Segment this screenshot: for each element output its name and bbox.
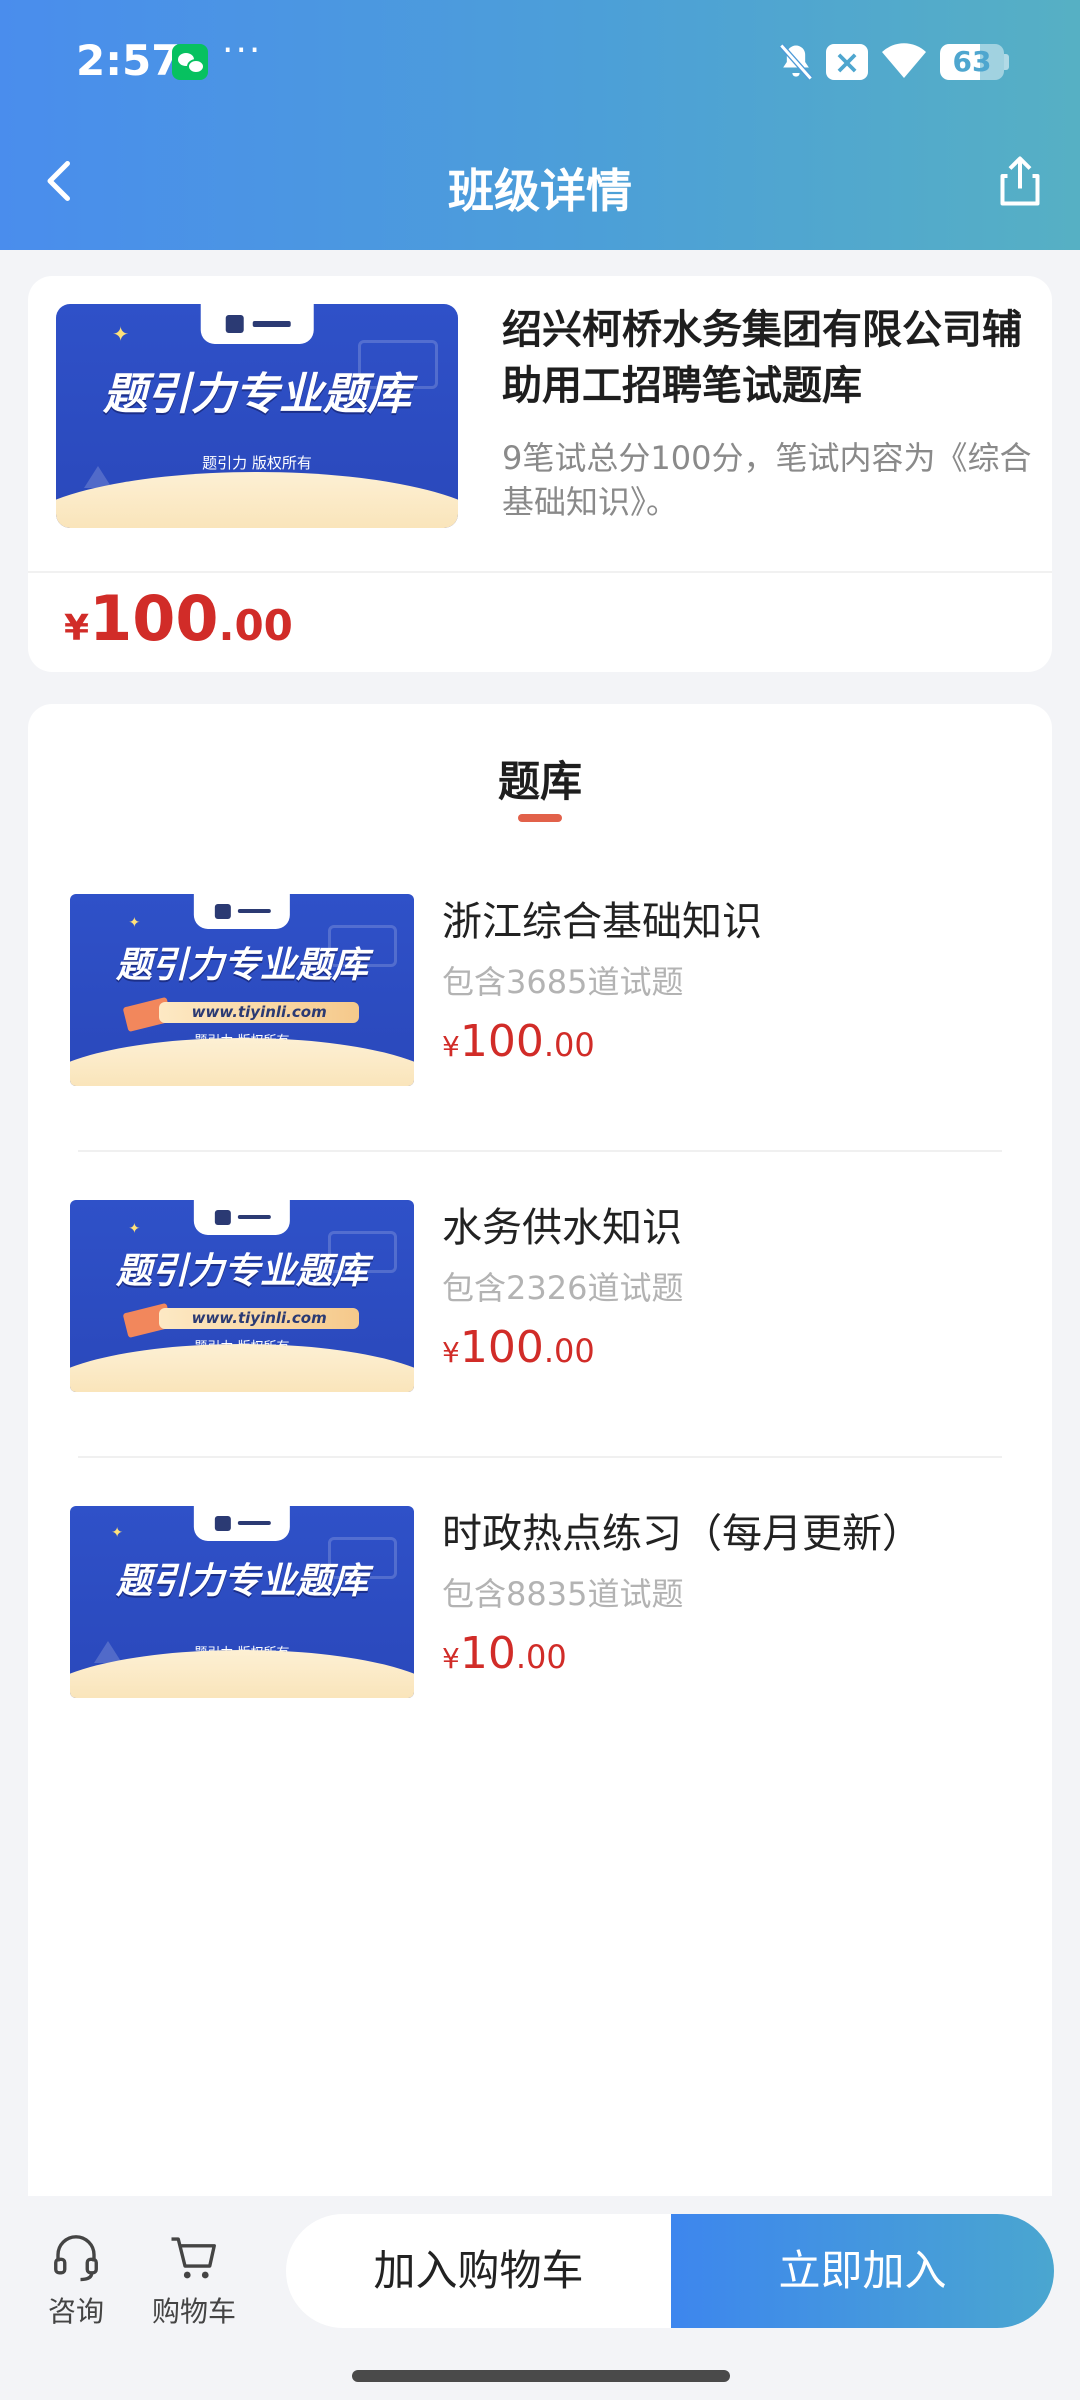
bank-thumbnail: ✦ 题引力专业题库 www.tiyinli.com 题引力 版权所有 <box>70 894 414 1086</box>
question-bank-item[interactable]: ✦ 题引力专业题库 www.tiyinli.com 题引力 版权所有 水务供水知… <box>28 1200 1052 1506</box>
course-description: 9笔试总分100分，笔试内容为《综合基础知识》。 <box>502 439 1032 521</box>
divider <box>78 1456 1002 1458</box>
cart-icon <box>171 2237 216 2279</box>
question-bank-item[interactable]: ✦ 题引力专业题库 www.tiyinli.com 题引力 版权所有 浙江综合基… <box>28 894 1052 1200</box>
banner-url: www.tiyinli.com <box>159 1307 359 1329</box>
battery-text: 63 <box>952 45 992 78</box>
bank-question-count: 包含8835道试题 <box>442 1575 684 1613</box>
price-integer: 100 <box>459 1016 544 1067</box>
home-indicator[interactable] <box>352 2370 730 2382</box>
wifi-icon <box>882 43 926 78</box>
logo-icon <box>193 1506 291 1541</box>
course-title: 绍兴柯桥水务集团有限公司辅助用工招聘笔试题库 <box>502 307 1022 409</box>
section-heading: 题库 <box>497 757 582 806</box>
star-icon: ✦ <box>128 915 141 932</box>
bank-name: 浙江综合基础知识 <box>442 899 762 945</box>
star-icon: ✦ <box>128 1221 141 1238</box>
bank-thumbnail: ✦ 题引力专业题库 www.tiyinli.com 题引力 版权所有 <box>70 1200 414 1392</box>
battery-icon: 63 <box>940 44 1004 80</box>
currency-symbol: ¥ <box>442 1030 460 1063</box>
cart-label: 购物车 <box>151 2295 236 2328</box>
add-to-cart-button[interactable]: 加入购物车 <box>286 2214 671 2328</box>
nav-bar: 班级详情 <box>0 125 1080 250</box>
share-button[interactable] <box>990 151 1050 211</box>
bank-price: ¥100.00 <box>442 1016 595 1067</box>
currency-symbol: ¥ <box>442 1336 460 1369</box>
price-integer: 100 <box>89 582 219 655</box>
headset-icon <box>54 2235 98 2282</box>
banner-url: www.tiyinli.com <box>159 1001 359 1023</box>
price-decimal: .00 <box>515 1638 567 1676</box>
status-bar: 2:57 ··· × 63 <box>0 0 1080 125</box>
status-time: 2:57 <box>76 36 181 85</box>
logo-icon <box>200 304 314 345</box>
price-decimal: .00 <box>543 1332 595 1370</box>
wechat-icon <box>172 44 208 80</box>
currency-symbol: ¥ <box>64 608 90 649</box>
banner-title: 题引力专业题库 <box>103 368 411 420</box>
banner-copyright: 题引力 版权所有 <box>202 453 312 472</box>
question-bank-item[interactable]: ✦ 题引力专业题库 题引力 版权所有 时政热点练习（每月更新） 包含8835道试… <box>28 1506 1052 1812</box>
bank-question-count: 包含2326道试题 <box>442 1269 684 1307</box>
star-icon: ✦ <box>111 1525 123 1542</box>
course-price: ¥100.00 <box>64 582 293 655</box>
price-decimal: .00 <box>543 1026 595 1064</box>
banner-title: 题引力专业题库 <box>115 945 368 987</box>
bank-price: ¥10.00 <box>442 1628 567 1679</box>
question-bank-section: 题库 ✦ 题引力专业题库 www.tiyinli.com 题引力 版权所有 浙江… <box>28 704 1052 2204</box>
currency-symbol: ¥ <box>442 1642 460 1675</box>
divider <box>78 1150 1002 1152</box>
bell-off-icon <box>779 43 813 81</box>
logo-icon <box>193 1200 291 1235</box>
wave-decoration <box>56 472 458 528</box>
star-icon: ✦ <box>112 321 130 346</box>
more-dots-icon: ··· <box>222 30 263 71</box>
bank-thumbnail: ✦ 题引力专业题库 题引力 版权所有 <box>70 1506 414 1698</box>
price-integer: 10 <box>459 1628 516 1679</box>
page-title: 班级详情 <box>448 164 632 218</box>
price-decimal: .00 <box>218 601 293 650</box>
app-header: 2:57 ··· × 63 班级详情 <box>0 0 1080 250</box>
consult-label: 咨询 <box>47 2295 104 2328</box>
divider <box>28 571 1052 573</box>
join-now-button[interactable]: 立即加入 <box>671 2214 1054 2328</box>
heading-underline <box>518 814 562 822</box>
consult-button[interactable]: 咨询 <box>40 2230 112 2340</box>
close-badge-icon: × <box>826 44 868 80</box>
banner-title: 题引力专业题库 <box>115 1561 368 1603</box>
bank-name: 水务供水知识 <box>442 1205 682 1251</box>
banner-title: 题引力专业题库 <box>115 1251 368 1293</box>
bank-price: ¥100.00 <box>442 1322 595 1373</box>
price-integer: 100 <box>459 1322 544 1373</box>
course-thumbnail: ✦ 题引力专业题库 题引力 版权所有 <box>56 304 458 528</box>
cart-button[interactable]: 购物车 <box>144 2230 244 2340</box>
course-info-card: ✦ 题引力专业题库 题引力 版权所有 绍兴柯桥水务集团有限公司辅助用工招聘笔试题… <box>28 276 1052 672</box>
bank-question-count: 包含3685道试题 <box>442 963 684 1001</box>
bank-name: 时政热点练习（每月更新） <box>442 1511 922 1557</box>
logo-icon <box>193 894 291 929</box>
battery-tip <box>1004 54 1009 70</box>
